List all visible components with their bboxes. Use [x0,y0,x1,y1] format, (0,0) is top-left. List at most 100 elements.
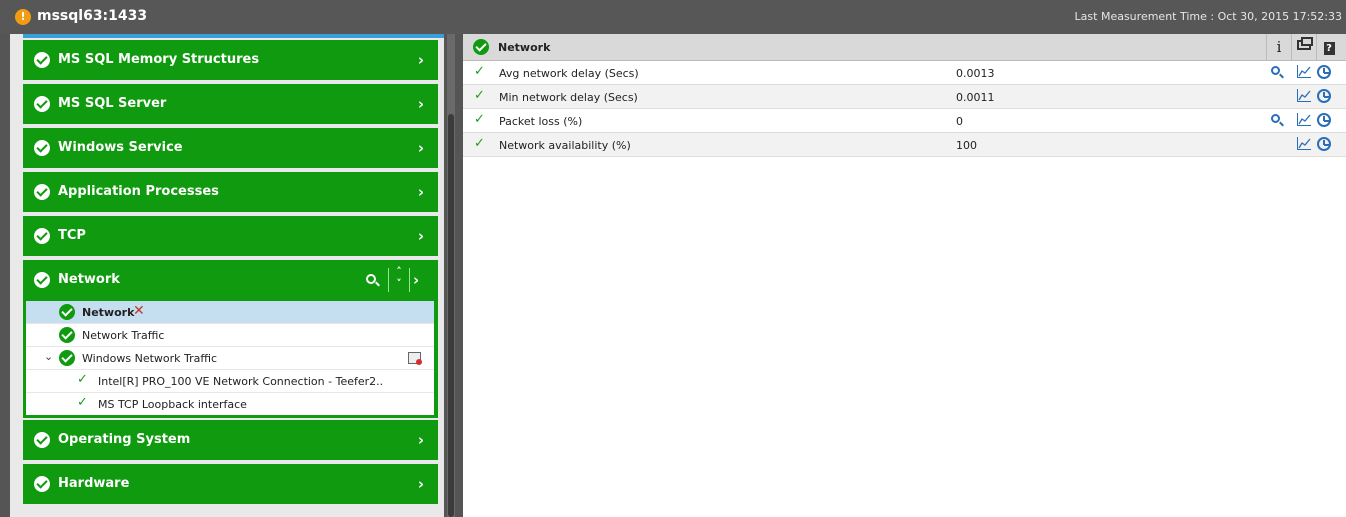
measure-row[interactable]: ✓ Avg network delay (Secs) 0.0013 [463,61,1346,85]
check-icon: ✓ [474,112,485,127]
warning-icon: ! [15,9,31,25]
tools-icon[interactable]: ✕ [133,303,145,319]
check-circle-icon [34,228,50,244]
graph-icon[interactable] [1297,65,1311,78]
server-title: mssql63:1433 [37,8,148,24]
measure-name: Packet loss (%) [499,115,583,128]
check-circle-icon [34,476,50,492]
tree-item-intel-pro-100[interactable]: ✓ Intel[R] PRO_100 VE Network Connection… [26,370,434,393]
arrow-down-icon: ˅ [396,277,402,290]
layer-label: MS SQL Server [58,96,167,111]
chevron-right-icon[interactable]: › [418,139,424,157]
chevron-right-icon[interactable]: › [418,95,424,113]
check-circle-icon [34,432,50,448]
layer-label: Application Processes [58,184,219,199]
measure-row[interactable]: ✓ Packet loss (%) 0 [463,109,1346,133]
measure-name: Network availability (%) [499,139,631,152]
check-circle-icon [473,39,489,55]
graph-icon[interactable] [1297,137,1311,150]
tree-item-label: Network [82,306,135,319]
history-icon[interactable] [1317,113,1331,127]
chevron-right-icon[interactable]: › [418,475,424,493]
layer-operating-system[interactable]: Operating System › [23,420,438,460]
chevron-right-icon[interactable]: › [418,51,424,69]
chevron-right-icon[interactable]: › [413,271,419,289]
layer-tcp[interactable]: TCP › [23,216,438,256]
info-button[interactable]: i [1266,34,1291,61]
tree-item-label: Windows Network Traffic [82,352,218,365]
tree-item-network[interactable]: Network ✕ [26,301,434,324]
history-icon[interactable] [1317,137,1331,151]
measures-title: Network [498,41,551,54]
zoom-icon[interactable] [1271,114,1280,123]
last-measurement-time: Last Measurement Time : Oct 30, 2015 17:… [1074,10,1342,23]
measure-row[interactable]: ✓ Network availability (%) 100 [463,133,1346,157]
layer-label: TCP [58,228,86,243]
check-circle-icon [59,327,75,343]
graph-icon[interactable] [1297,113,1311,126]
configure-icon[interactable] [408,352,422,365]
zoom-icon[interactable] [1271,66,1280,75]
tree-item-windows-network-traffic[interactable]: ⌄ Windows Network Traffic [26,347,434,370]
help-icon: ? [1323,42,1335,55]
layer-ms-sql-memory-structures[interactable]: MS SQL Memory Structures › [23,40,438,80]
check-circle-icon [34,96,50,112]
monitor-icon-back [1301,37,1313,46]
left-panel-scrollbar[interactable] [447,34,455,517]
layer-application-processes[interactable]: Application Processes › [23,172,438,212]
layer-label: Hardware [58,476,130,491]
layer-label: Operating System [58,432,191,447]
check-icon: ✓ [77,395,88,410]
tree-item-label: Network Traffic [82,329,165,342]
monitor-button[interactable] [1291,34,1316,61]
help-button[interactable]: ? [1316,34,1341,61]
check-circle-icon [34,272,50,288]
check-circle-icon [34,184,50,200]
layer-hardware[interactable]: Hardware › [23,464,438,504]
tree-item-ms-tcp-loopback[interactable]: ✓ MS TCP Loopback interface [26,393,434,416]
measure-name: Avg network delay (Secs) [499,67,639,80]
layer-label: Windows Service [58,140,183,155]
panel-top-strip [23,34,444,38]
history-icon[interactable] [1317,65,1331,79]
measures-panel: Network i ? ✓ Avg network delay (Secs) 0… [463,34,1346,517]
check-icon: ✓ [474,136,485,151]
check-icon: ✓ [77,372,88,387]
chevron-right-icon[interactable]: › [418,431,424,449]
search-icon[interactable] [366,274,376,284]
check-circle-icon [59,350,75,366]
measures-header: Network i ? [463,34,1346,61]
tree-item-label: Intel[R] PRO_100 VE Network Connection -… [98,375,384,388]
check-icon: ✓ [474,88,485,103]
measure-name: Min network delay (Secs) [499,91,638,104]
layer-network-expanded: Network ˄ ˅ › Network ✕ Network Traffic … [23,260,438,418]
measure-value: 0.0011 [956,91,995,104]
chevron-right-icon[interactable]: › [418,227,424,245]
layer-label: MS SQL Memory Structures [58,52,260,67]
layer-ms-sql-server[interactable]: MS SQL Server › [23,84,438,124]
layer-panel: MS SQL Memory Structures › MS SQL Server… [10,34,444,517]
check-circle-icon [34,140,50,156]
measure-value: 0.0013 [956,67,995,80]
measure-value: 100 [956,139,977,152]
check-icon: ✓ [474,64,485,79]
graph-icon[interactable] [1297,89,1311,102]
history-icon[interactable] [1317,89,1331,103]
chevron-down-icon[interactable]: ⌄ [44,350,53,363]
expand-collapse-icon[interactable]: ˄ ˅ [393,266,405,290]
check-circle-icon [34,52,50,68]
top-bar: ! mssql63:1433 Last Measurement Time : O… [0,0,1346,34]
tree-item-network-traffic[interactable]: Network Traffic [26,324,434,347]
scrollbar-thumb[interactable] [448,114,454,517]
divider [388,268,389,292]
layer-network[interactable]: Network ˄ ˅ › [23,260,438,300]
measure-row[interactable]: ✓ Min network delay (Secs) 0.0011 [463,85,1346,109]
chevron-right-icon[interactable]: › [418,183,424,201]
layer-label: Network [58,272,120,287]
layer-windows-service[interactable]: Windows Service › [23,128,438,168]
divider [409,268,410,292]
measure-value: 0 [956,115,963,128]
check-circle-icon [59,304,75,320]
tree-item-label: MS TCP Loopback interface [98,398,247,411]
network-test-tree: Network ✕ Network Traffic ⌄ Windows Netw… [26,301,434,415]
